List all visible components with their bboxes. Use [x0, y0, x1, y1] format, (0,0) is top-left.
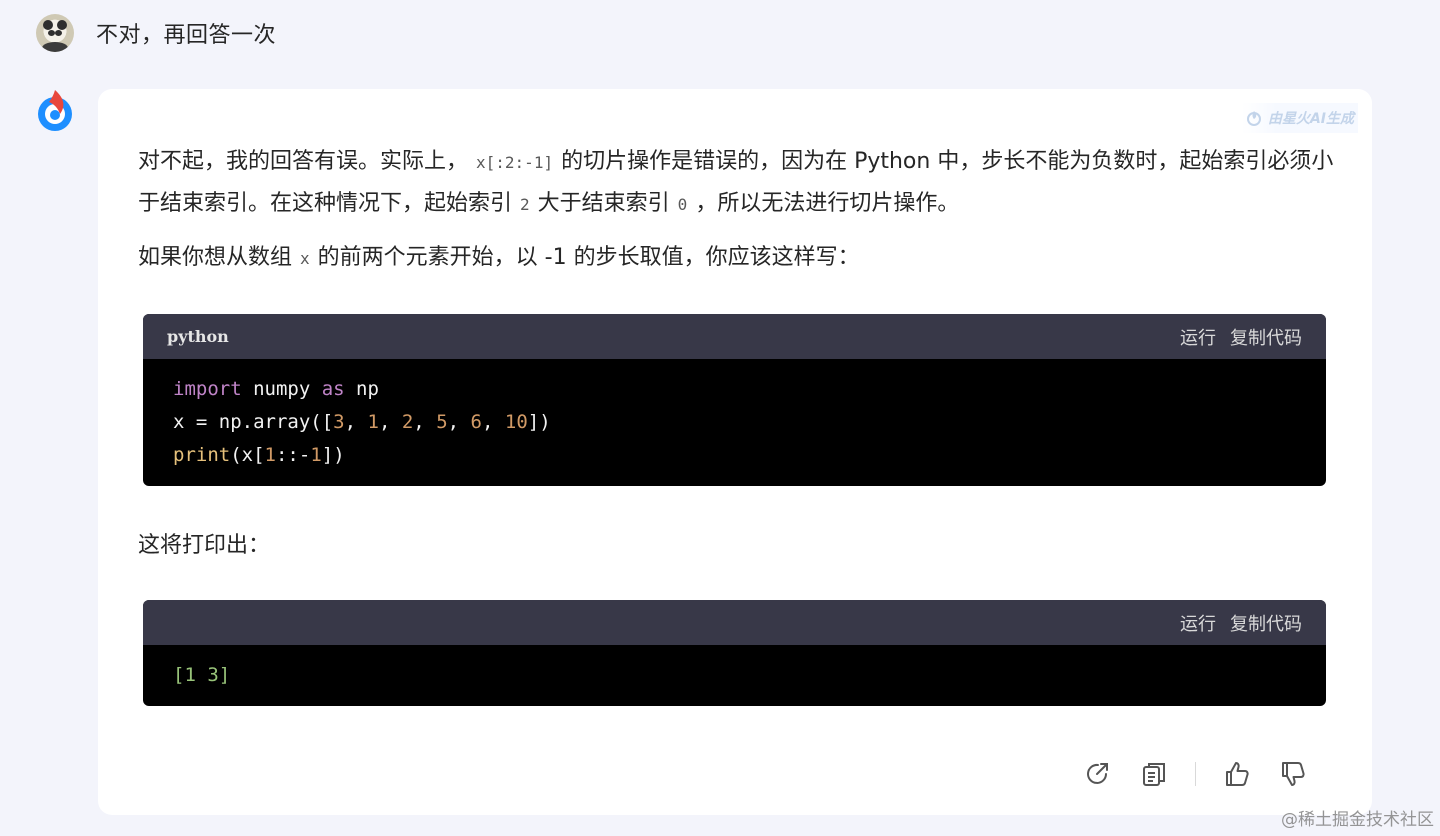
- code-line: import numpy as np: [173, 373, 1296, 406]
- text-span: ，所以无法进行切片操作。: [695, 191, 960, 216]
- copy-icon[interactable]: [1139, 759, 1169, 789]
- code-token: x = np.array([: [173, 411, 334, 433]
- avatar-ear: [57, 20, 67, 30]
- answer-paragraph-2: 如果你想从数组 x 的前两个元素开始，以 -1 的步长取值，你应该这样写：: [138, 237, 1338, 279]
- code-token: 1: [367, 411, 379, 433]
- code-token: (x[: [230, 444, 265, 466]
- code-token: 1: [310, 444, 322, 466]
- user-message-row: 不对，再回答一次: [36, 14, 276, 52]
- answer-paragraph-3: 这将打印出：: [138, 533, 271, 558]
- code-token: np: [344, 378, 379, 400]
- inline-code: x[:2:-1]: [476, 153, 554, 172]
- spark-logo-icon: [38, 90, 72, 131]
- code-block-output: 运行 复制代码 [1 3]: [143, 600, 1326, 706]
- code-line: x = np.array([3, 1, 2, 5, 6, 10]): [173, 411, 551, 433]
- toolbar-divider: [1195, 762, 1196, 786]
- avatar-eye: [48, 30, 55, 36]
- code-token: as: [321, 378, 345, 400]
- user-message-text: 不对，再回答一次: [96, 23, 277, 48]
- code-content[interactable]: import numpy as np x = np.array([3, 1, 2,…: [143, 359, 1326, 486]
- code-token: 3: [333, 411, 345, 433]
- run-button[interactable]: 运行: [1180, 610, 1216, 636]
- code-token: 10: [504, 411, 528, 433]
- avatar-ear: [43, 20, 53, 30]
- avatar-body: [42, 42, 68, 52]
- code-token: print: [173, 444, 231, 466]
- bot-avatar: [36, 88, 76, 132]
- inline-code: 2: [520, 195, 530, 214]
- text-span: 的前两个元素开始，以 -1 的步长取值，你应该这样写：: [317, 245, 860, 270]
- ai-badge-text: 由星火AI生成: [1267, 111, 1354, 127]
- watermark: @稀土掘金技术社区: [1281, 810, 1434, 830]
- code-token: import: [173, 378, 242, 400]
- answer-toolbar: [1083, 759, 1308, 789]
- ai-generated-badge: 由星火AI生成: [1241, 103, 1358, 133]
- thumbs-up-icon[interactable]: [1222, 759, 1252, 789]
- share-icon[interactable]: [1083, 759, 1113, 789]
- code-token: ]): [321, 444, 345, 466]
- avatar-eye: [55, 30, 62, 36]
- answer-card: 由星火AI生成 对不起，我的回答有误。实际上， x[:2:-1] 的切片操作是错误的…: [98, 89, 1372, 815]
- code-token: 2: [401, 411, 414, 433]
- code-actions: 运行 复制代码: [1180, 324, 1302, 350]
- inline-code: 0: [677, 195, 688, 214]
- text-span: 如果你想从数组: [138, 245, 293, 270]
- copy-code-button[interactable]: 复制代码: [1230, 324, 1302, 350]
- spark-drop-icon: [1246, 111, 1261, 126]
- text-span: 对不起，我的回答有误。实际上，: [138, 149, 469, 174]
- code-token: 5: [436, 411, 448, 433]
- code-content[interactable]: [1 3]: [143, 645, 1326, 706]
- code-actions: 运行 复制代码: [1180, 610, 1302, 636]
- code-token: numpy: [241, 378, 322, 400]
- code-token: 6: [470, 411, 482, 433]
- text-span: 大于结束索引: [537, 191, 670, 216]
- code-line: print(x[1::-1]): [173, 439, 1296, 472]
- code-output: [1 3]: [173, 664, 231, 686]
- code-language-label: python: [167, 327, 229, 346]
- code-token: 1: [264, 444, 276, 466]
- inline-code: x: [300, 249, 310, 268]
- code-token: ]): [527, 411, 551, 433]
- code-block-python: python 运行 复制代码 import numpy as np x = np.…: [143, 314, 1326, 486]
- thumbs-down-icon[interactable]: [1278, 759, 1308, 789]
- copy-code-button[interactable]: 复制代码: [1230, 610, 1302, 636]
- code-block-header: python 运行 复制代码: [143, 314, 1326, 359]
- code-token: ::-: [275, 444, 311, 466]
- code-block-header: 运行 复制代码: [143, 600, 1326, 645]
- user-avatar[interactable]: [36, 14, 74, 52]
- answer-paragraph-1: 对不起，我的回答有误。实际上， x[:2:-1] 的切片操作是错误的，因为在 Pyt…: [138, 141, 1338, 225]
- run-button[interactable]: 运行: [1180, 324, 1216, 350]
